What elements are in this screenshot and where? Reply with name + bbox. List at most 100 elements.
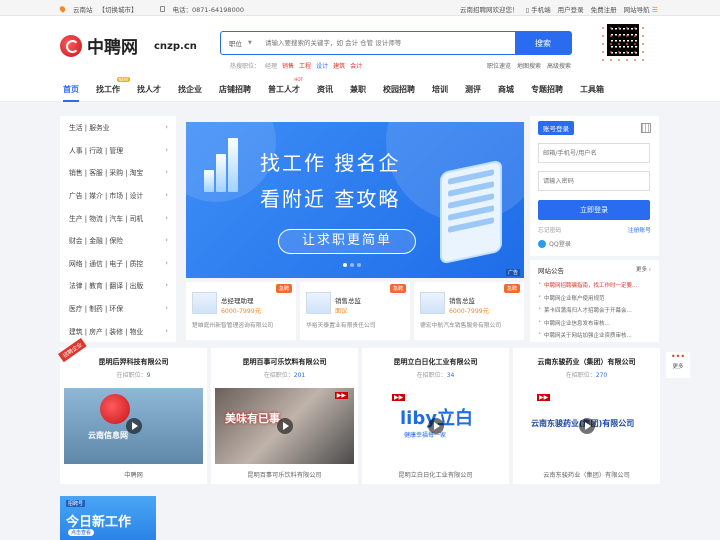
play-icon[interactable] [427, 418, 444, 434]
video-watermark: ▶▶ [537, 394, 551, 401]
category-item[interactable]: 广告 | 媒介 | 市场 | 设计 › [60, 184, 176, 207]
nav-find-talent[interactable]: 找人才 [137, 84, 161, 95]
promo-banner[interactable]: 招聘号 今日新工作 点击查看 [60, 496, 156, 540]
qr-login-icon[interactable] [641, 123, 651, 133]
hot-item[interactable]: 销售 [282, 61, 294, 70]
mobile-label: 手机端 [531, 6, 551, 14]
mobile-link[interactable]: ▯ 手机端 [525, 4, 550, 14]
nav-training[interactable]: 培训 [432, 84, 448, 95]
nav-toolbox[interactable]: 工具箱 [580, 84, 604, 95]
announcement-item[interactable]: 中聘网关于网站加强企业资质审核... [538, 331, 651, 339]
chevron-right-icon: › [165, 191, 168, 200]
mobile-icon: ▯ [525, 6, 530, 14]
hot-item[interactable]: 工程 [299, 61, 311, 70]
quick-advanced-search[interactable]: 高级搜索 [547, 61, 571, 70]
company-video[interactable]: ▶▶ liby立白 健康幸福每一家 [366, 388, 505, 464]
nav-shop-recruit[interactable]: 店铺招聘 [219, 84, 251, 95]
promo-tag: 招聘号 [66, 500, 86, 507]
site-logo[interactable]: 中聘网 cnzp.cn [60, 33, 197, 58]
nav-home[interactable]: 首页 [63, 84, 79, 102]
job-card[interactable]: 销售总监 面议 华裕天泰置业有限责任公司 急聘 [300, 282, 410, 340]
menu-icon: ☰ [651, 6, 658, 14]
site-nav-link[interactable]: 网站导航 ☰ [624, 4, 658, 14]
announcement-item[interactable]: 中聘网企业信息发布审核... [538, 319, 651, 327]
qq-login[interactable]: QQ登录 [538, 239, 651, 248]
hot-item[interactable]: 经理 [265, 61, 277, 70]
category-item[interactable]: 生产 | 物流 | 汽车 | 司机 › [60, 206, 176, 229]
nav-special[interactable]: 专题招聘 [531, 84, 563, 95]
play-icon[interactable] [125, 418, 142, 434]
forgot-password-link[interactable]: 忘记密码 [538, 225, 561, 234]
job-title: 销售总监 [449, 297, 475, 305]
company-video[interactable]: ▶▶ 云南东骏药业(集团)有限公司 [517, 388, 656, 464]
announcement-item[interactable]: 中聘网企业账户使用规范 [538, 294, 651, 302]
nav-worker-talent[interactable]: 普工人才 HOT [268, 77, 303, 95]
company-video[interactable]: 云南信息网 [64, 388, 203, 464]
carousel-dot[interactable] [343, 263, 347, 267]
chevron-right-icon: › [165, 145, 168, 154]
floating-more-button[interactable]: ••• 更多 [666, 352, 690, 378]
company-caption: 云南东骏药业（集团）有限公司 [543, 472, 630, 479]
search-button[interactable]: 搜索 [515, 32, 571, 54]
company-card[interactable]: 招聘企业 昆明后羿科技有限公司 在招职位：9 云南信息网 中聘网 [58, 337, 207, 484]
category-item[interactable]: 财会 | 金融 | 保险 › [60, 229, 176, 252]
username-input[interactable] [538, 143, 650, 163]
quick-map-search[interactable]: 地图搜索 [517, 61, 541, 70]
register-link[interactable]: 免费注册 [591, 4, 617, 14]
more-dots-icon: ••• [670, 352, 686, 361]
play-icon[interactable] [276, 418, 293, 434]
category-item[interactable]: 医疗 | 制药 | 环保 › [60, 297, 176, 320]
category-item[interactable]: 销售 | 客服 | 采购 | 淘宝 › [60, 161, 176, 184]
announcement-item[interactable]: 中聘网招聘骗指南，找工作时一定要... [538, 281, 651, 289]
new-badge: NEW [116, 77, 130, 82]
announcements-more-link[interactable]: 更多 › [636, 265, 651, 275]
nav-assessment[interactable]: 测评 [465, 84, 481, 95]
category-item[interactable]: 法律 | 教育 | 翻译 | 出版 › [60, 274, 176, 297]
category-item[interactable]: 生活 | 服务业 › [60, 116, 176, 139]
job-card[interactable]: 销售总监 6000-7999元 德宏中航汽车销售服务有限公司 急聘 [414, 282, 524, 340]
company-video[interactable]: 美味有已事 ▶▶ [215, 388, 354, 464]
carousel-dot[interactable] [350, 263, 354, 267]
carousel-dot[interactable] [357, 263, 361, 267]
register-account-link[interactable]: 注册账号 [628, 225, 651, 234]
category-label: 生活 | 服务业 [69, 124, 110, 133]
category-item[interactable]: 建筑 | 房产 | 装修 | 物业 › [60, 319, 176, 342]
play-icon[interactable] [578, 418, 595, 434]
carousel-dots [343, 263, 361, 267]
nav-find-job[interactable]: 找工作 NEW [96, 77, 130, 95]
login-button[interactable]: 立即登录 [538, 200, 650, 220]
job-title: 销售总监 [335, 297, 361, 305]
nav-campus[interactable]: 校园招聘 [383, 84, 415, 95]
illustration-bar [216, 154, 226, 192]
hot-item[interactable]: 设计 [316, 61, 328, 70]
qq-icon [538, 239, 546, 248]
nav-news[interactable]: 资讯 [317, 84, 333, 95]
search-type-select[interactable]: 职位 ▼ [221, 32, 265, 54]
hot-item[interactable]: 会计 [350, 61, 362, 70]
job-count: 在招职位：201 [263, 372, 306, 379]
job-card[interactable]: 总经理助理 6000-7999元 楚雄庭州新智管理咨询有限公司 急聘 [186, 282, 296, 340]
user-login-link[interactable]: 用户登录 [558, 4, 584, 14]
quick-jobs-overview[interactable]: 职位速览 [487, 61, 511, 70]
company-card[interactable]: 云南东骏药业（集团）有限公司 在招职位：270 ▶▶ 云南东骏药业(集团)有限公… [513, 348, 660, 484]
nav-mall[interactable]: 商城 [498, 84, 514, 95]
category-item[interactable]: 网络 | 通信 | 电子 | 质控 › [60, 252, 176, 275]
tab-account-login[interactable]: 账号登录 [538, 121, 574, 135]
top-bar: 云南站 【切换城市】 电话：0871-64198000 云南招聘网欢迎您！ ▯ … [0, 0, 720, 16]
password-input[interactable] [538, 171, 650, 191]
company-card[interactable]: 昆明百事可乐饮料有限公司 在招职位：201 美味有已事 ▶▶ 昆明百事可乐饮料有… [211, 348, 358, 484]
category-label: 网络 | 通信 | 电子 | 质控 [69, 259, 144, 268]
qr-code [599, 24, 647, 66]
nav-parttime[interactable]: 兼职 [350, 84, 366, 95]
announcement-item[interactable]: 莱卡四蒲海归人才招聘会于开幕会... [538, 306, 651, 314]
company-card[interactable]: 昆明立白日化工业有限公司 在招职位：34 ▶▶ liby立白 健康幸福每一家 昆… [362, 348, 509, 484]
nav-find-company[interactable]: 找企业 [178, 84, 202, 95]
logo-domain: cnzp.cn [154, 41, 197, 52]
switch-city-link[interactable]: 【切换城市】 [99, 4, 138, 14]
search-input[interactable] [265, 32, 515, 54]
category-label: 法律 | 教育 | 翻译 | 出版 [69, 282, 144, 291]
hot-item[interactable]: 建筑 [333, 61, 345, 70]
category-item[interactable]: 人事 | 行政 | 管理 › [60, 139, 176, 162]
banner-slogan: 让求职更简单 [278, 229, 416, 254]
hero-banner[interactable]: 找工作 搜名企 看附近 查攻略 让求职更简单 广告 [186, 122, 524, 278]
